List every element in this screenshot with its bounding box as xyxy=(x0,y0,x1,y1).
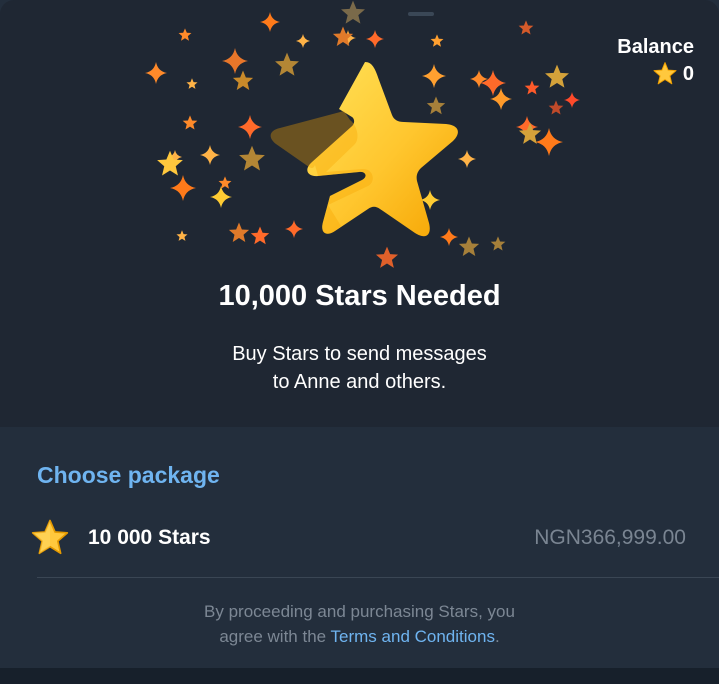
header-panel: Balance 0 10,000 Stars Needed Buy Stars … xyxy=(0,0,719,427)
package-price: NGN366,999.00 xyxy=(534,526,686,549)
stars-confetti xyxy=(145,0,580,268)
balance-value: 0 xyxy=(682,62,694,85)
star-icon xyxy=(31,519,69,555)
package-label: 10 000 Stars xyxy=(88,526,211,549)
balance-widget: Balance 0 xyxy=(617,36,694,86)
terms-prefix: agree with the xyxy=(219,627,331,646)
subtitle-line-2: to Anne and others. xyxy=(272,371,447,393)
subtitle-line-1: Buy Stars to send messages xyxy=(232,343,487,365)
bottom-edge xyxy=(0,668,719,684)
balance-label: Balance xyxy=(617,36,694,58)
page-title: 10,000 Stars Needed xyxy=(218,280,501,312)
page-subtitle: Buy Stars to send messages to Anne and o… xyxy=(0,340,719,396)
star-icon xyxy=(653,62,677,85)
terms-notice: By proceeding and purchasing Stars, you … xyxy=(0,599,719,649)
terms-suffix: . xyxy=(494,627,500,646)
terms-link[interactable]: Terms and Conditions xyxy=(331,627,495,646)
terms-line-1: By proceeding and purchasing Stars, you xyxy=(204,602,515,621)
stars-purchase-sheet: Balance 0 10,000 Stars Needed Buy Stars … xyxy=(0,0,719,684)
balance-row: 0 xyxy=(617,62,694,86)
telegram-star-icon xyxy=(270,62,458,237)
divider xyxy=(37,577,719,578)
terms-line-2: agree with the Terms and Conditions. xyxy=(0,624,719,649)
choose-package-header: Choose package xyxy=(37,462,220,488)
package-option-10000-stars[interactable]: 10 000 Stars NGN366,999.00 xyxy=(0,510,719,566)
